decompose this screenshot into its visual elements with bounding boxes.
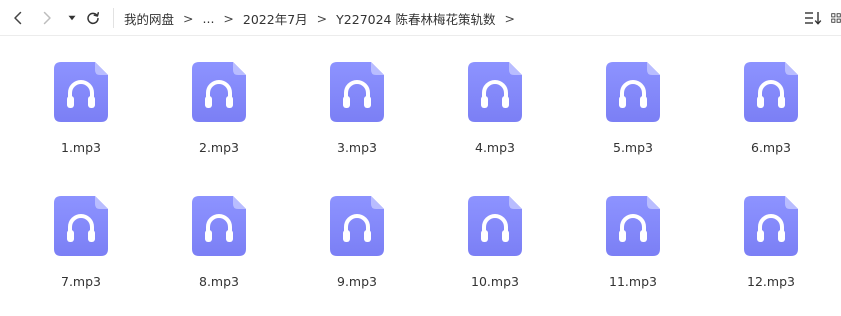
- file-item[interactable]: 9.mp3: [307, 171, 407, 289]
- forward-button[interactable]: [37, 8, 57, 28]
- headphones-icon: [744, 196, 798, 256]
- headphones-icon: [54, 196, 108, 256]
- breadcrumb-separator: >: [223, 10, 234, 26]
- breadcrumb-item-root[interactable]: 我的网盘: [124, 9, 174, 28]
- breadcrumb-item-current-folder[interactable]: Y227024 陈春林梅花策轨数: [336, 9, 495, 28]
- file-item[interactable]: 8.mp3: [169, 171, 269, 289]
- breadcrumb-separator: >: [504, 10, 515, 26]
- caret-down-icon: [68, 15, 76, 21]
- breadcrumb-separator: >: [316, 10, 328, 26]
- file-name: 11.mp3: [609, 274, 657, 289]
- headphones-icon: [744, 62, 798, 122]
- file-name: 5.mp3: [613, 140, 653, 155]
- file-name: 6.mp3: [751, 140, 791, 155]
- file-name: 3.mp3: [337, 140, 377, 155]
- refresh-icon: [87, 12, 100, 25]
- file-name: 7.mp3: [61, 274, 101, 289]
- file-name: 8.mp3: [199, 274, 239, 289]
- file-item[interactable]: 4.mp3: [445, 37, 545, 155]
- file-item[interactable]: 11.mp3: [583, 171, 683, 289]
- chevron-right-icon: [43, 11, 51, 25]
- breadcrumb-item-ellipsis[interactable]: ...: [203, 11, 215, 26]
- sort-button[interactable]: [803, 8, 823, 28]
- chevron-left-icon: [14, 11, 22, 25]
- toolbar-divider: [113, 8, 114, 28]
- breadcrumb: 我的网盘 > ... > 2022年7月 > Y227024 陈春林梅花策轨数 …: [124, 0, 524, 36]
- refresh-button[interactable]: [83, 8, 103, 28]
- headphones-icon: [330, 62, 384, 122]
- breadcrumb-separator: >: [183, 10, 194, 26]
- file-item[interactable]: 7.mp3: [31, 171, 131, 289]
- file-name: 2.mp3: [199, 140, 239, 155]
- toolbar-right: [803, 8, 841, 28]
- headphones-icon: [330, 196, 384, 256]
- sort-icon: [805, 12, 822, 25]
- file-item[interactable]: 5.mp3: [583, 37, 683, 155]
- back-button[interactable]: [8, 8, 28, 28]
- file-name: 12.mp3: [747, 274, 795, 289]
- headphones-icon: [468, 62, 522, 122]
- grid-view-icon: [831, 13, 841, 23]
- file-item[interactable]: 3.mp3: [307, 37, 407, 155]
- headphones-icon: [54, 62, 108, 122]
- file-item[interactable]: 2.mp3: [169, 37, 269, 155]
- view-toggle-button[interactable]: [831, 8, 841, 28]
- headphones-icon: [606, 62, 660, 122]
- headphones-icon: [468, 196, 522, 256]
- file-name: 4.mp3: [475, 140, 515, 155]
- headphones-icon: [192, 196, 246, 256]
- file-item[interactable]: 6.mp3: [721, 37, 821, 155]
- file-name: 1.mp3: [61, 140, 101, 155]
- file-item[interactable]: 1.mp3: [31, 37, 131, 155]
- file-name: 9.mp3: [337, 274, 377, 289]
- file-grid: 1.mp3 2.mp3 3.mp3 4.mp3 5.mp3 6.mp3 7.mp…: [0, 37, 841, 316]
- history-dropdown-button[interactable]: [63, 8, 81, 28]
- headphones-icon: [606, 196, 660, 256]
- headphones-icon: [192, 62, 246, 122]
- breadcrumb-item-2022-07[interactable]: 2022年7月: [243, 9, 308, 28]
- file-item[interactable]: 12.mp3: [721, 171, 821, 289]
- toolbar: 我的网盘 > ... > 2022年7月 > Y227024 陈春林梅花策轨数 …: [0, 0, 841, 36]
- file-item[interactable]: 10.mp3: [445, 171, 545, 289]
- file-name: 10.mp3: [471, 274, 519, 289]
